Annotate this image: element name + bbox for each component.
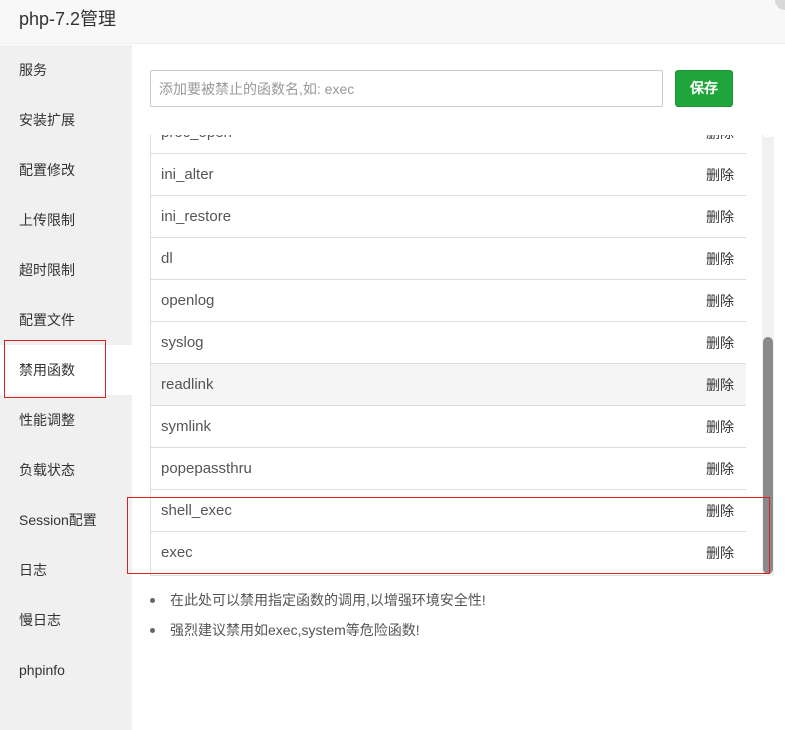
- main-panel: 保存 proc_open 删除 ini_alter 删除 ini_restore…: [132, 45, 785, 730]
- sidebar-item-config-edit[interactable]: 配置修改: [0, 145, 132, 195]
- sidebar-item-service[interactable]: 服务: [0, 45, 132, 95]
- table-row: dl 删除: [151, 238, 746, 280]
- table-row: shell_exec 删除: [151, 490, 746, 532]
- function-name: readlink: [161, 376, 214, 393]
- function-name-input[interactable]: [150, 70, 663, 107]
- delete-link[interactable]: 删除: [706, 406, 734, 448]
- function-name: openlog: [161, 292, 215, 309]
- tips-list: 在此处可以禁用指定函数的调用,以增强环境安全性! 强烈建议禁用如exec,sys…: [150, 585, 486, 645]
- function-name: proc_open: [161, 135, 232, 154]
- sidebar-item-phpinfo[interactable]: phpinfo: [0, 645, 132, 695]
- sidebar-item-session-config[interactable]: Session配置: [0, 495, 132, 545]
- table-row: openlog 删除: [151, 280, 746, 322]
- table-row-hovered: readlink 删除: [151, 364, 746, 406]
- delete-link[interactable]: 删除: [706, 196, 734, 238]
- table-scrollbar[interactable]: [762, 137, 774, 576]
- tip-item: 强烈建议禁用如exec,system等危险函数!: [150, 615, 486, 645]
- table-row: syslog 删除: [151, 322, 746, 364]
- sidebar-item-performance[interactable]: 性能调整: [0, 395, 132, 445]
- sidebar-item-upload-limit[interactable]: 上传限制: [0, 195, 132, 245]
- table-row: ini_restore 删除: [151, 196, 746, 238]
- tip-text: 在此处可以禁用指定函数的调用,以增强环境安全性!: [170, 592, 486, 608]
- sidebar-item-log[interactable]: 日志: [0, 545, 132, 595]
- function-name: symlink: [161, 418, 212, 435]
- table-row: ini_alter 删除: [151, 154, 746, 196]
- delete-link[interactable]: 删除: [706, 154, 734, 196]
- table-row: proc_open 删除: [151, 135, 746, 154]
- bullet-icon: [150, 628, 155, 633]
- delete-link[interactable]: 删除: [706, 238, 734, 280]
- delete-link[interactable]: 删除: [706, 448, 734, 490]
- bullet-icon: [150, 598, 155, 603]
- sidebar-item-install-extension[interactable]: 安装扩展: [0, 95, 132, 145]
- sidebar-item-load-status[interactable]: 负载状态: [0, 445, 132, 495]
- delete-link[interactable]: 删除: [706, 322, 734, 364]
- delete-link[interactable]: 删除: [706, 280, 734, 322]
- sidebar-item-timeout-limit[interactable]: 超时限制: [0, 245, 132, 295]
- scrollbar-thumb[interactable]: [763, 337, 773, 574]
- delete-link[interactable]: 删除: [706, 490, 734, 532]
- function-name: exec: [161, 544, 193, 561]
- function-name: popepassthru: [161, 460, 252, 477]
- function-name: shell_exec: [161, 502, 232, 519]
- save-button[interactable]: 保存: [675, 70, 733, 107]
- table-row: symlink 删除: [151, 406, 746, 448]
- function-name: ini_alter: [161, 166, 214, 183]
- tip-text: 强烈建议禁用如exec,system等危险函数!: [170, 622, 420, 638]
- table-body: proc_open 删除 ini_alter 删除 ini_restore 删除…: [151, 135, 746, 574]
- function-name: syslog: [161, 334, 204, 351]
- title-bar: php-7.2管理: [0, 0, 785, 44]
- close-icon[interactable]: [775, 0, 785, 10]
- delete-link[interactable]: 删除: [706, 364, 734, 406]
- function-name: ini_restore: [161, 208, 232, 225]
- sidebar-item-config-file[interactable]: 配置文件: [0, 295, 132, 345]
- table-row: exec 删除: [151, 532, 746, 574]
- table-row: popepassthru 删除: [151, 448, 746, 490]
- sidebar-item-disabled-functions[interactable]: 禁用函数: [0, 345, 132, 395]
- sidebar: 服务 安装扩展 配置修改 上传限制 超时限制 配置文件 禁用函数 性能调整 负载…: [0, 45, 132, 730]
- delete-link[interactable]: 删除: [706, 532, 734, 574]
- delete-link[interactable]: 删除: [706, 135, 734, 154]
- function-name: dl: [161, 250, 173, 267]
- sidebar-item-slow-log[interactable]: 慢日志: [0, 595, 132, 645]
- window-title: php-7.2管理: [19, 9, 117, 29]
- tip-item: 在此处可以禁用指定函数的调用,以增强环境安全性!: [150, 585, 486, 615]
- disabled-functions-table: proc_open 删除 ini_alter 删除 ini_restore 删除…: [150, 135, 763, 576]
